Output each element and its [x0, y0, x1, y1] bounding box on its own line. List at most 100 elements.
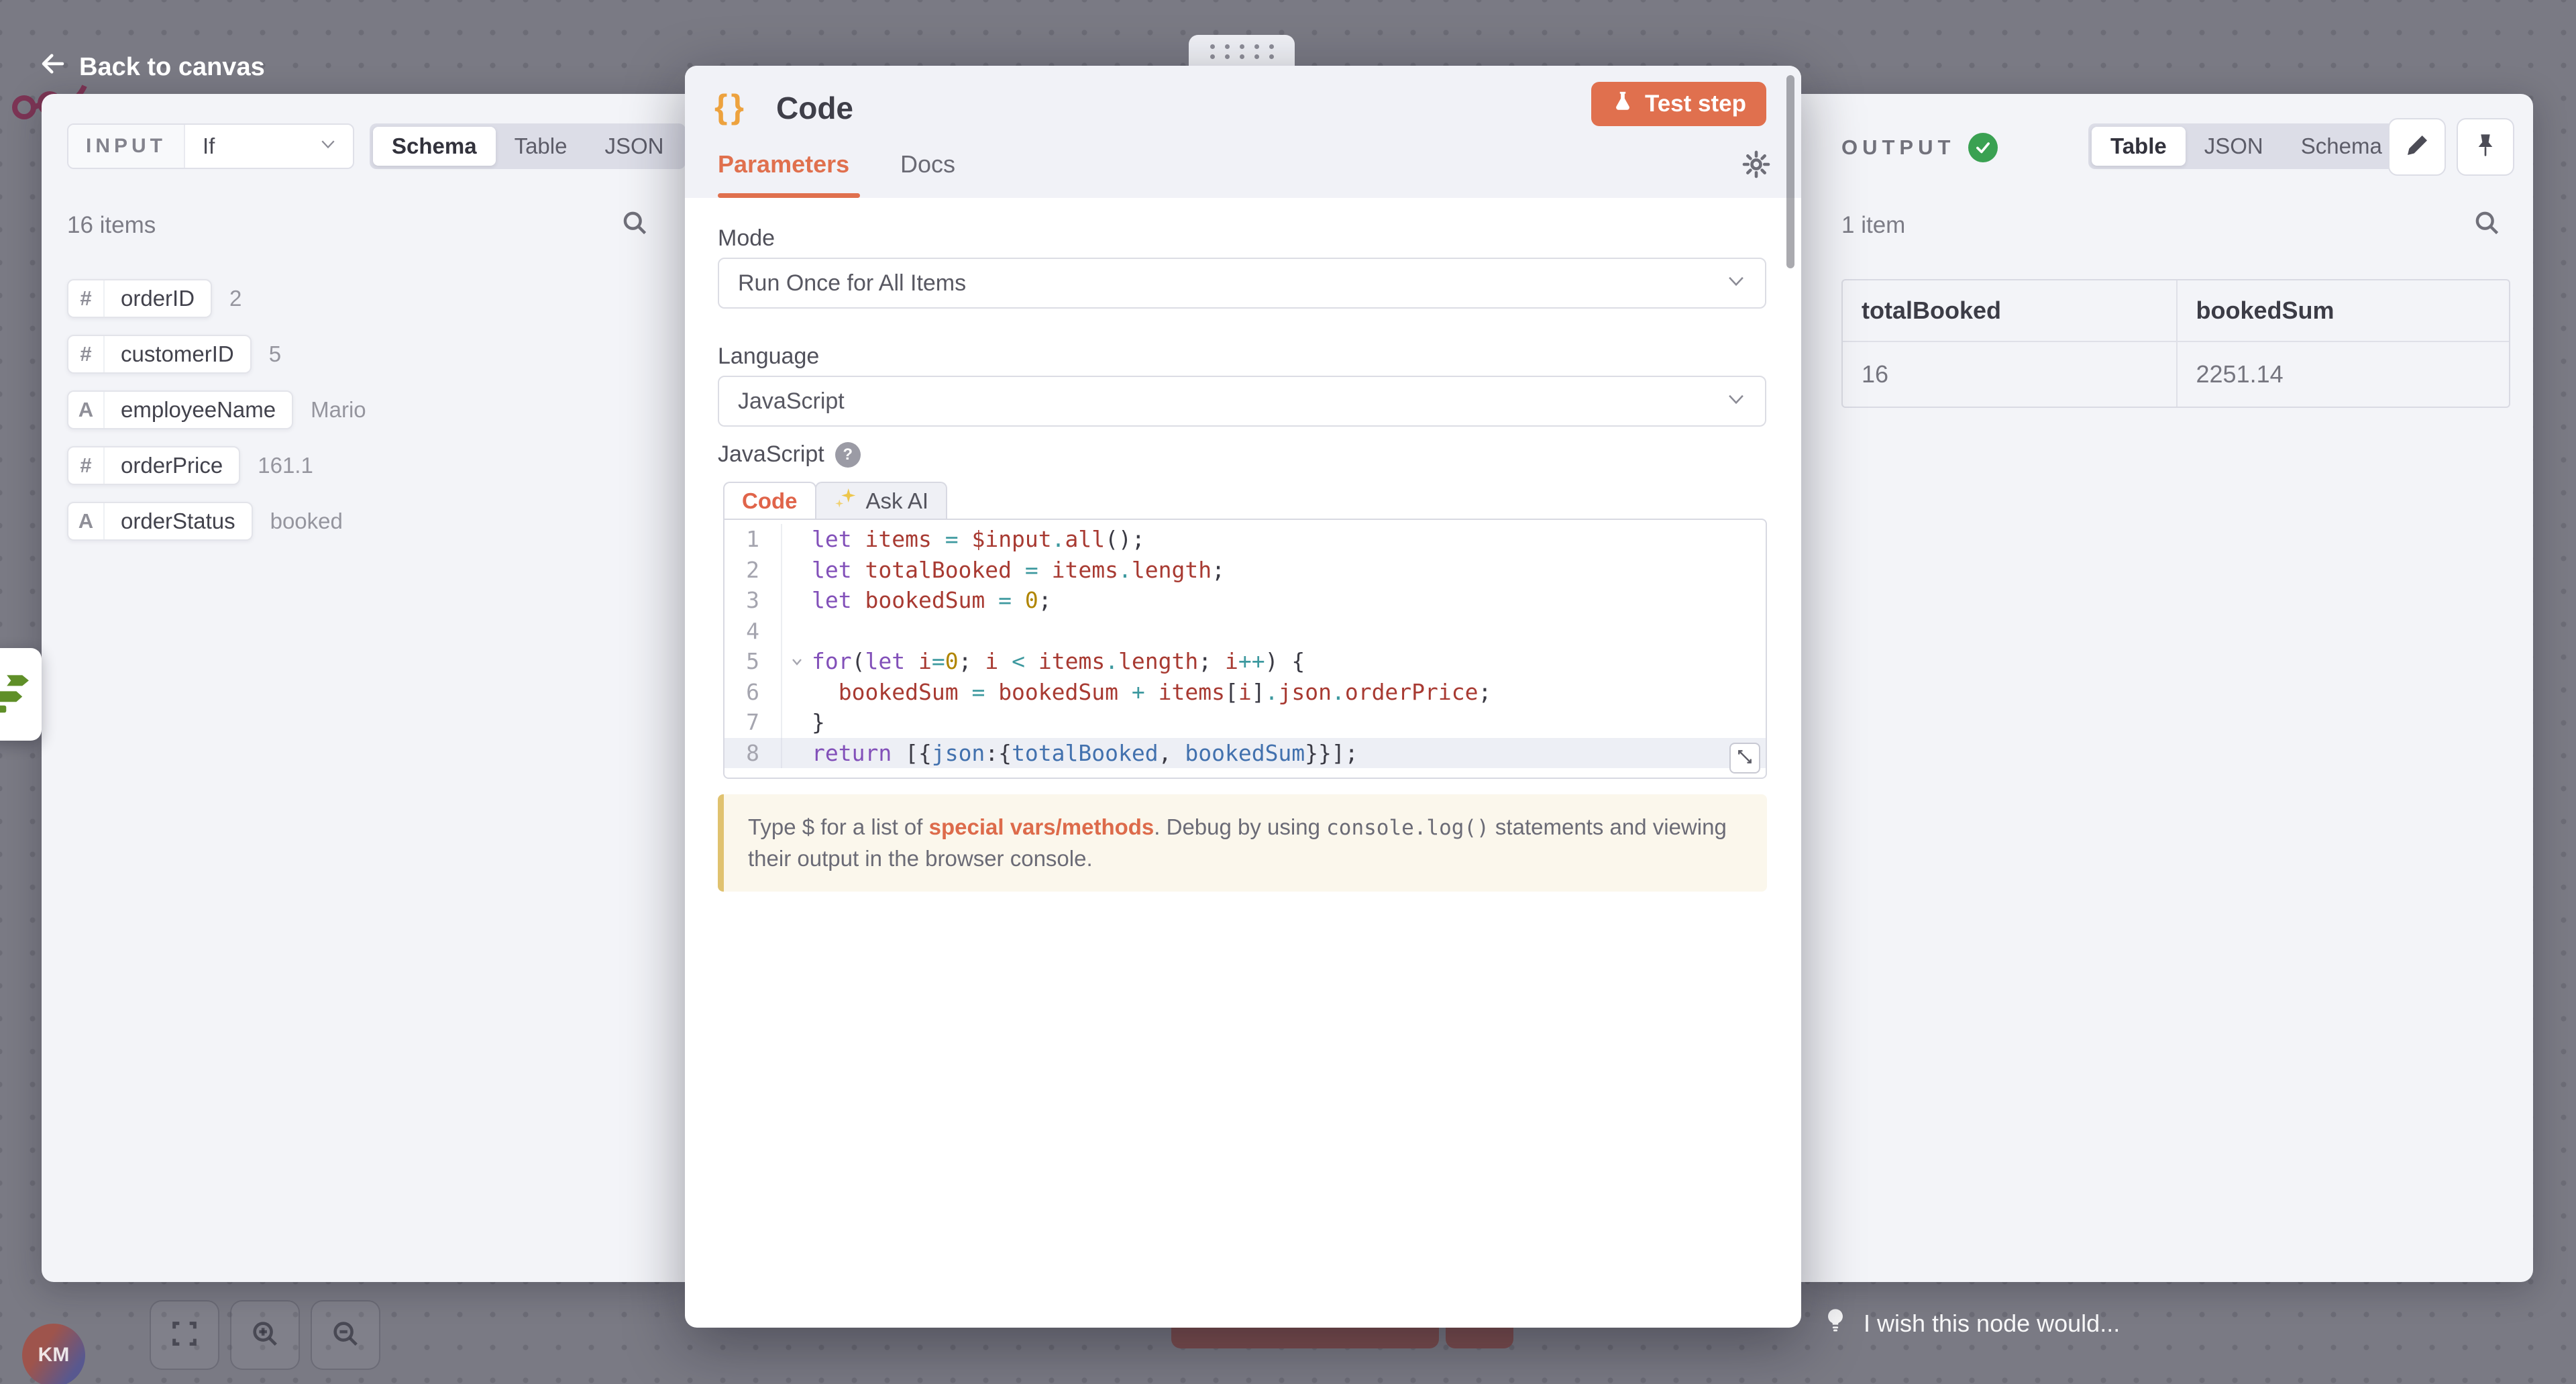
input-tab-table[interactable]: Table: [496, 127, 586, 166]
chevron-down-icon: [1725, 387, 1748, 416]
chevron-down-icon: [1725, 269, 1748, 298]
field-value: 5: [269, 341, 281, 367]
app-screen: KM I wish this node would... Back to can…: [0, 0, 2576, 1384]
input-tab-json[interactable]: JSON: [586, 127, 682, 166]
schema-field-pill[interactable]: # orderID: [67, 279, 212, 318]
code-line-2[interactable]: 2let totalBooked = items.length;: [724, 555, 1766, 586]
code-node-modal: {} Code Test step Parameters Docs: [685, 66, 1801, 1328]
fit-view-button[interactable]: [150, 1300, 219, 1370]
output-tab-table[interactable]: Table: [2092, 127, 2186, 166]
code-line-text: let totalBooked = items.length;: [812, 557, 1225, 583]
output-view-tabs: Table JSON Schema: [2088, 123, 2404, 169]
schema-field-pill[interactable]: A orderStatus: [67, 502, 253, 541]
editor-tab-ask-ai[interactable]: Ask AI: [815, 482, 948, 519]
drag-dots-icon: [1210, 44, 1274, 59]
hint-code: console.log(): [1326, 816, 1489, 840]
schema-item: A orderStatus booked: [67, 502, 366, 541]
line-number: 5: [724, 646, 782, 677]
line-number: 1: [724, 524, 782, 555]
input-node-selector-value: If: [203, 134, 215, 159]
sparkles-icon: [834, 486, 858, 516]
back-arrow-icon: [39, 50, 67, 85]
field-name: orderPrice: [105, 447, 239, 484]
code-editor-lines: 1 let items = $input.all(); 2let totalBook…: [724, 524, 1766, 768]
output-label: OUTPUT: [1841, 136, 1955, 160]
pin-icon: [2472, 132, 2499, 162]
help-icon[interactable]: ?: [835, 442, 861, 468]
editor-tab-code[interactable]: Code: [723, 482, 816, 519]
code-line-text: let bookedSum = 0;: [812, 587, 1052, 613]
input-node-selector[interactable]: INPUT If: [67, 123, 354, 169]
output-search-button[interactable]: [2472, 208, 2502, 241]
code-line-5[interactable]: 5for(let i=0; i < items.length; i++) {: [724, 646, 1766, 677]
test-step-label: Test step: [1645, 91, 1746, 117]
zoom-out-icon: [330, 1318, 361, 1352]
if-node-icon: [0, 669, 39, 721]
node-feedback-bar[interactable]: I wish this node would...: [1822, 1307, 2120, 1340]
expand-editor-button[interactable]: [1729, 743, 1760, 774]
expand-icon: [1735, 747, 1754, 769]
output-cell: 2251.14: [2176, 342, 2510, 407]
field-value: 2: [229, 286, 241, 311]
code-editor[interactable]: 1 let items = $input.all(); 2let totalBook…: [723, 519, 1767, 779]
modal-header: {} Code Test step Parameters Docs: [685, 66, 1801, 198]
output-table: totalBooked bookedSum 16 2251.14: [1841, 279, 2510, 408]
zoom-in-icon: [250, 1318, 280, 1352]
schema-field-pill[interactable]: # orderPrice: [67, 446, 240, 485]
special-vars-link[interactable]: special vars/methods: [929, 814, 1155, 839]
schema-item: # orderID 2: [67, 279, 366, 318]
edit-output-button[interactable]: [2388, 118, 2446, 176]
code-node-icon: {}: [714, 87, 747, 126]
modal-scrollbar[interactable]: [1786, 75, 1794, 268]
active-tab-underline: [718, 193, 860, 198]
editor-hint: Type $ for a list of special vars/method…: [718, 794, 1767, 892]
fold-chevron-icon[interactable]: [782, 653, 812, 670]
line-number: 8: [724, 738, 782, 769]
input-panel: INPUT If Schema Table JSON 16 items: [42, 94, 685, 1282]
schema-field-pill[interactable]: A employeeName: [67, 390, 293, 429]
chevron-down-icon: [318, 134, 338, 159]
schema-field-pill[interactable]: # customerID: [67, 335, 252, 374]
gear-icon: [1741, 171, 1772, 182]
code-line-1[interactable]: 1 let items = $input.all();: [724, 524, 1766, 555]
node-settings-button[interactable]: [1741, 149, 1772, 183]
avatar[interactable]: KM: [22, 1324, 85, 1384]
tab-docs[interactable]: Docs: [900, 150, 955, 178]
output-tab-schema[interactable]: Schema: [2282, 127, 2401, 166]
code-line-6[interactable]: 6 bookedSum = bookedSum + items[i].json.…: [724, 677, 1766, 708]
field-name: orderStatus: [105, 503, 252, 539]
language-label: Language: [718, 343, 819, 370]
output-table-row[interactable]: 16 2251.14: [1843, 341, 2509, 407]
mode-select[interactable]: Run Once for All Items: [718, 258, 1766, 309]
field-type-icon: #: [68, 336, 105, 372]
back-to-canvas-button[interactable]: Back to canvas: [39, 50, 265, 85]
language-select[interactable]: JavaScript: [718, 376, 1766, 427]
code-line-text: let items = $input.all();: [812, 526, 1145, 552]
line-number: 7: [724, 707, 782, 738]
code-line-7[interactable]: 7}: [724, 707, 1766, 738]
test-step-button[interactable]: Test step: [1591, 82, 1766, 126]
input-search-button[interactable]: [620, 208, 649, 241]
output-panel: OUTPUT Table JSON Schema 1 item: [1801, 94, 2533, 1282]
editor-tabs: Code Ask AI: [723, 482, 947, 519]
code-line-3[interactable]: 3let bookedSum = 0;: [724, 585, 1766, 616]
if-node-chip[interactable]: [0, 648, 42, 741]
code-line-text: return [{json:{totalBooked, bookedSum}}]…: [812, 740, 1358, 766]
input-tab-schema[interactable]: Schema: [373, 127, 496, 166]
pin-output-button[interactable]: [2457, 118, 2514, 176]
output-tab-json[interactable]: JSON: [2186, 127, 2282, 166]
output-column-header: totalBooked: [1843, 280, 2176, 341]
field-value: 161.1: [258, 453, 313, 478]
zoom-in-button[interactable]: [230, 1300, 300, 1370]
field-value: booked: [270, 509, 343, 534]
zoom-out-button[interactable]: [311, 1300, 380, 1370]
hint-prefix: Type $ for a list of: [748, 814, 929, 839]
code-line-4[interactable]: 4: [724, 616, 1766, 647]
schema-item: # orderPrice 161.1: [67, 446, 366, 485]
field-value: Mario: [311, 397, 366, 423]
tab-parameters[interactable]: Parameters: [718, 150, 849, 178]
code-line-8[interactable]: 8 return [{json:{totalBooked, bookedSum}}…: [724, 738, 1766, 769]
search-icon: [2472, 229, 2502, 240]
field-name: employeeName: [105, 392, 292, 428]
output-column-header: bookedSum: [2176, 280, 2510, 341]
